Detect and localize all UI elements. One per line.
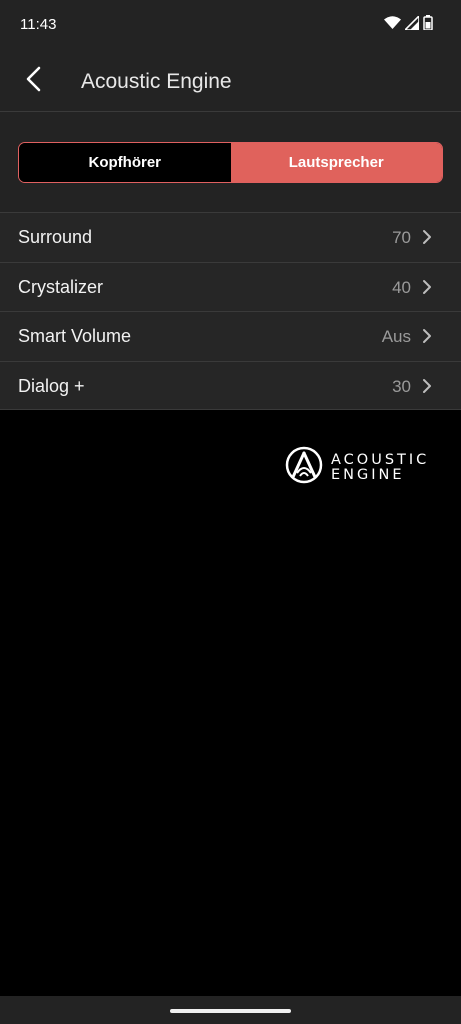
page-title: Acoustic Engine — [81, 70, 232, 93]
status-bar: 11:43 — [0, 0, 461, 50]
home-indicator[interactable] — [170, 1009, 291, 1013]
segment-kopfhoerer[interactable]: Kopfhörer — [19, 143, 231, 182]
settings-list: Surround 70 Crystalizer 40 Smart Volume … — [0, 212, 461, 410]
settings-row-crystalizer[interactable]: Crystalizer 40 — [0, 261, 461, 311]
battery-icon — [423, 15, 433, 30]
row-label: Crystalizer — [18, 276, 104, 297]
acoustic-engine-logo-icon — [285, 446, 323, 489]
row-value: 70 — [392, 228, 411, 247]
acoustic-engine-logo: ACOUSTIC ENGINE — [285, 446, 429, 489]
row-value: Aus — [381, 327, 411, 346]
settings-row-surround[interactable]: Surround 70 — [0, 212, 461, 262]
chevron-right-icon — [421, 279, 433, 295]
status-icons — [384, 15, 433, 30]
row-value: 30 — [392, 376, 411, 396]
signal-icon — [405, 15, 419, 30]
row-value: 40 — [392, 277, 411, 297]
output-toggle-area: Kopfhörer Lautsprecher — [0, 112, 461, 212]
logo-line-2: ENGINE — [331, 466, 405, 483]
row-label: Surround — [18, 227, 93, 247]
chevron-right-icon — [421, 328, 433, 344]
app-bar: Acoustic Engine — [0, 50, 461, 112]
row-label: Smart Volume — [18, 326, 132, 346]
chevron-right-icon — [421, 229, 433, 245]
row-label: Dialog + — [18, 375, 85, 396]
output-segmented-control: Kopfhörer Lautsprecher — [18, 142, 443, 183]
back-arrow-icon — [25, 66, 41, 97]
system-nav-bar — [0, 996, 461, 1024]
back-button[interactable] — [14, 62, 52, 100]
wifi-icon — [384, 16, 401, 29]
segment-lautsprecher[interactable]: Lautsprecher — [230, 143, 442, 182]
logo-line-1: ACOUSTIC — [331, 451, 430, 468]
logo-text: ACOUSTIC ENGINE — [331, 451, 430, 483]
settings-row-smart-volume[interactable]: Smart Volume Aus — [0, 311, 461, 361]
settings-row-dialog-plus[interactable]: Dialog + 30 — [0, 360, 461, 410]
chevron-right-icon — [421, 378, 433, 394]
status-time: 11:43 — [20, 16, 57, 33]
